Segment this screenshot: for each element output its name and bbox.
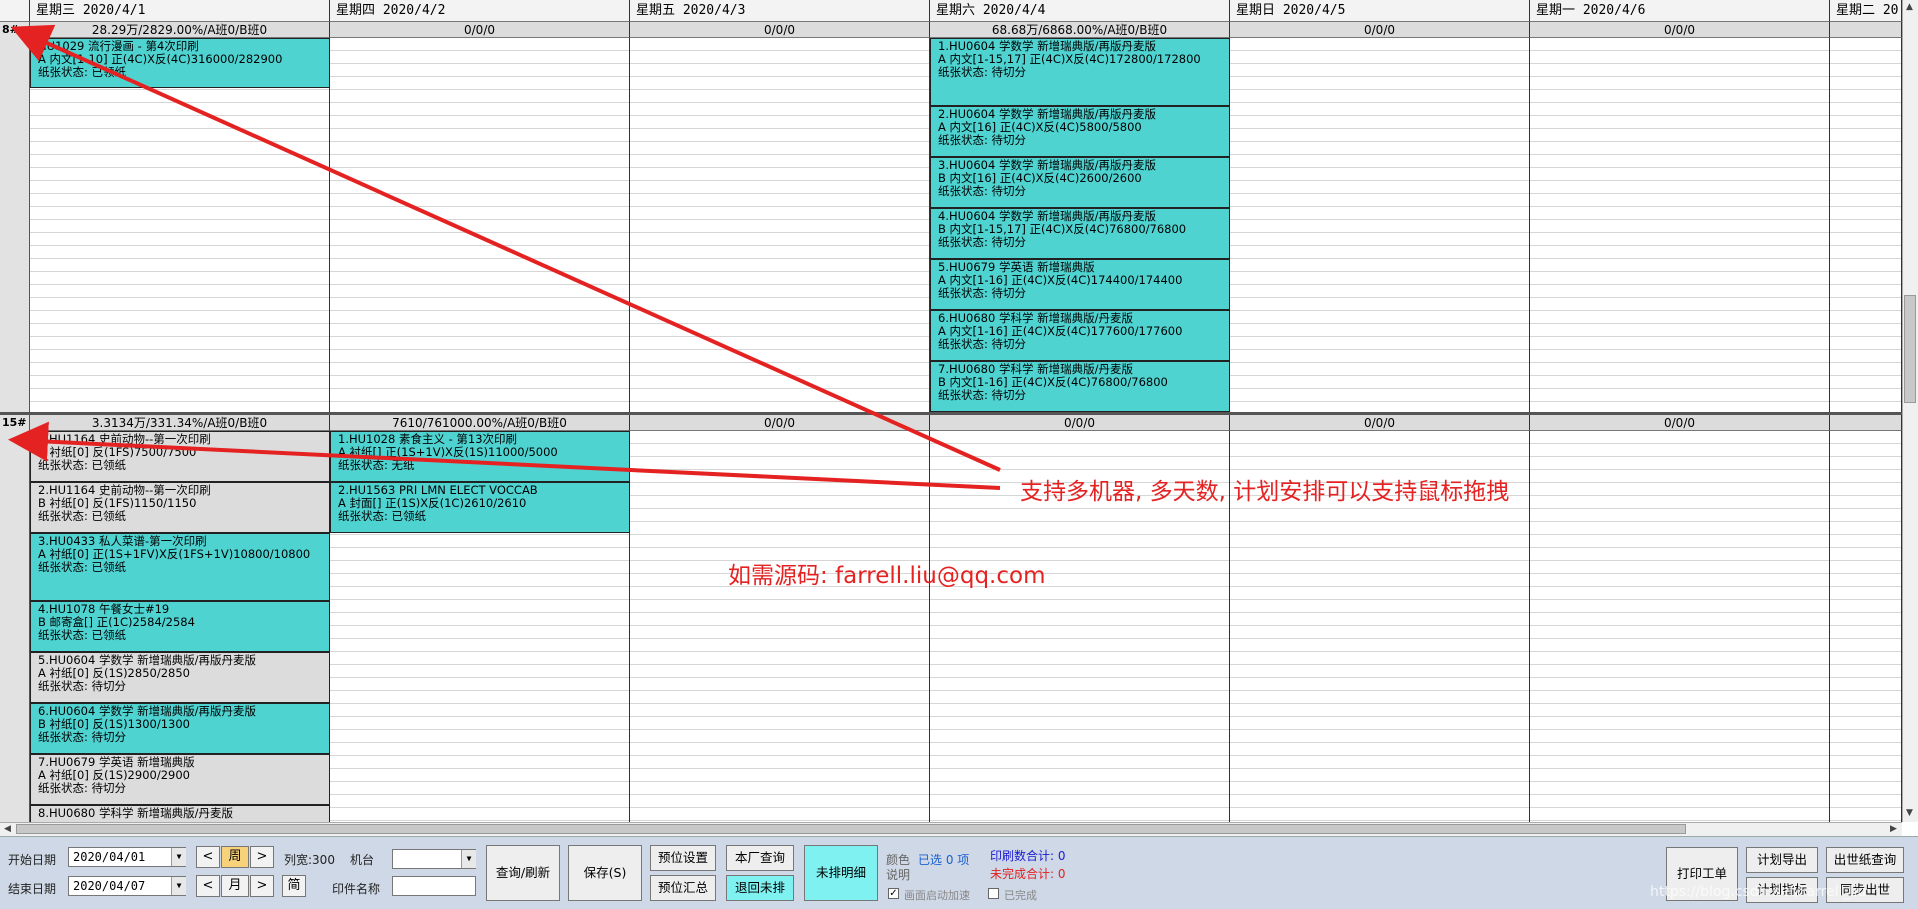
- next-week-button[interactable]: >: [250, 846, 274, 868]
- unscheduled-detail-button[interactable]: 未排明细: [804, 845, 878, 901]
- machine-dropdown-icon[interactable]: ▼: [461, 850, 476, 868]
- start-date-label: 开始日期: [8, 853, 57, 867]
- end-date-dropdown-icon[interactable]: ▼: [171, 877, 186, 895]
- item-name-input[interactable]: [392, 876, 476, 896]
- feature-annotation: 支持多机器, 多天数, 计划安排可以支持鼠标拖拽: [1020, 479, 1510, 505]
- annotation-arrows: [8, 24, 1001, 490]
- column-width-label: 列宽:300: [284, 853, 335, 867]
- end-date-label: 结束日期: [8, 882, 57, 896]
- machine-label: 机台: [350, 853, 375, 867]
- arrow-to-machine-8: [10, 24, 1001, 472]
- screen-accel-label: 画面启动加速: [904, 889, 970, 902]
- item-name-label: 印件名称: [332, 882, 381, 896]
- paper-query-button[interactable]: 出世纸查询: [1826, 847, 1904, 873]
- factory-query-button[interactable]: 本厂查询: [726, 845, 794, 871]
- completed-checkbox[interactable]: [988, 888, 999, 899]
- selected-count: 已选 0 项: [918, 853, 970, 867]
- arrow-to-machine-15: [8, 421, 1001, 490]
- return-unscheduled-button[interactable]: 退回未排: [726, 875, 794, 901]
- contact-annotation: 如需源码: farrell.liu@qq.com: [728, 563, 1046, 589]
- month-view-button[interactable]: 月: [221, 875, 249, 897]
- simple-view-button[interactable]: 简: [282, 875, 306, 897]
- end-date-value: 2020/04/07: [73, 879, 146, 893]
- machine-select[interactable]: ▼: [392, 849, 476, 869]
- unfinished-total: 未完成合计: 0: [990, 867, 1066, 881]
- query-refresh-button[interactable]: 查询/刷新: [486, 845, 560, 901]
- start-date-picker[interactable]: 2020/04/01 ▼: [68, 847, 186, 867]
- start-date-value: 2020/04/01: [73, 850, 146, 864]
- week-view-button[interactable]: 周: [221, 846, 249, 868]
- watermark: https://blog.csdn.net/Farrell_liu: [1650, 884, 1867, 900]
- next-month-button[interactable]: >: [250, 875, 274, 897]
- start-date-dropdown-icon[interactable]: ▼: [171, 848, 186, 866]
- prev-month-button[interactable]: <: [196, 875, 220, 897]
- reserve-summary-button[interactable]: 预位汇总: [650, 875, 716, 901]
- prev-week-button[interactable]: <: [196, 846, 220, 868]
- save-button[interactable]: 保存(S): [568, 845, 642, 901]
- schedule-stage: 星期三 2020/4/1 星期四 2020/4/2 星期五 2020/4/3 星期六 …: [0, 0, 1918, 909]
- color-note-label-2: 说明: [886, 868, 911, 882]
- end-date-picker[interactable]: 2020/04/07 ▼: [68, 876, 186, 896]
- print-total: 印刷数合计: 0: [990, 849, 1066, 863]
- screen-accel-checkbox[interactable]: ✓: [888, 888, 899, 899]
- bottom-toolbar: 开始日期 2020/04/01 ▼ < 周 > 列宽:300 机台 ▼ 结束日期…: [0, 836, 1918, 909]
- reserve-settings-button[interactable]: 预位设置: [650, 845, 716, 871]
- completed-label: 已完成: [1004, 889, 1037, 902]
- plan-export-button[interactable]: 计划导出: [1746, 847, 1818, 873]
